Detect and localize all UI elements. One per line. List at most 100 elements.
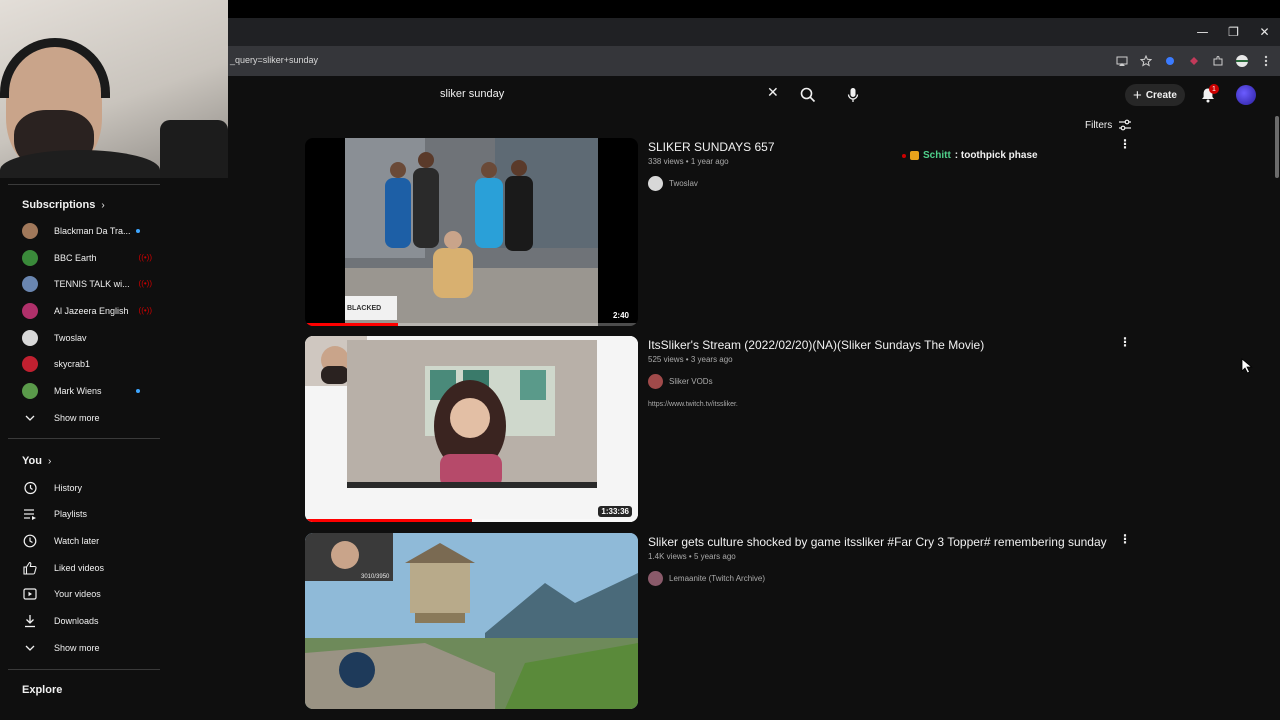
- minimize-button[interactable]: —: [1187, 18, 1218, 46]
- new-content-dot: [136, 229, 140, 233]
- profile-icon[interactable]: [1232, 51, 1252, 71]
- watch-progress-bar: [305, 323, 399, 326]
- channel-link[interactable]: Sliker VODs: [648, 374, 713, 389]
- close-window-button[interactable]: ✕: [1249, 18, 1280, 46]
- clear-search-icon[interactable]: ✕: [767, 85, 779, 101]
- search-button[interactable]: [794, 81, 822, 109]
- url-text[interactable]: _query=sliker+sunday: [230, 55, 318, 65]
- window-controls: — ❐ ✕: [1187, 18, 1280, 46]
- new-content-dot: [136, 389, 140, 393]
- view-count: 525 views: [648, 355, 684, 364]
- more-actions-icon[interactable]: ⋮: [1119, 336, 1131, 348]
- upload-age: 5 years ago: [693, 552, 736, 561]
- video-title[interactable]: Sliker gets culture shocked by game itss…: [648, 535, 1107, 549]
- like-icon: [22, 560, 38, 576]
- chat-message: : toothpick phase: [954, 150, 1038, 161]
- scrollbar-thumb[interactable]: [1275, 116, 1279, 178]
- you-heading[interactable]: You ›: [22, 455, 51, 467]
- video-thumbnail[interactable]: BLACKED 2:40: [305, 138, 638, 326]
- sidebar-item-skycrab1[interactable]: skycrab1: [22, 354, 152, 374]
- sidebar-item-blackman-da-traveller[interactable]: Blackman Da Tra...: [22, 221, 152, 241]
- puzzle-icon[interactable]: [1208, 51, 1228, 71]
- chat-badge-icon: [910, 151, 919, 160]
- video-title[interactable]: SLIKER SUNDAYS 657: [648, 140, 775, 154]
- video-description: https://www.twitch.tv/itssliker.: [648, 401, 738, 408]
- channel-avatar: [22, 383, 38, 399]
- extension-a-icon[interactable]: [1160, 51, 1180, 71]
- webcam-overlay: [0, 0, 228, 178]
- page-scrollbar[interactable]: [1272, 110, 1280, 720]
- channel-link[interactable]: Twoslav: [648, 176, 698, 191]
- cast-icon[interactable]: [1112, 51, 1132, 71]
- video-result[interactable]: 3010/3950 Sliker gets culture shocked by…: [305, 533, 1155, 709]
- sidebar-divider: [8, 669, 160, 670]
- channel-name: Sliker VODs: [669, 377, 713, 386]
- chat-dot-icon: [902, 153, 906, 158]
- live-icon: ((•)): [138, 279, 152, 288]
- more-actions-icon[interactable]: ⋮: [1119, 533, 1131, 545]
- filters-button[interactable]: Filters: [1085, 119, 1132, 131]
- sidebar-item-watch-later[interactable]: Watch later: [22, 531, 152, 551]
- star-icon[interactable]: [1136, 51, 1156, 71]
- headphones-icon: [0, 38, 110, 98]
- sidebar-item-playlists[interactable]: Playlists: [22, 504, 152, 524]
- address-bar[interactable]: _query=sliker+sunday: [228, 46, 1280, 76]
- chat-overlay: Schitt : toothpick phase: [902, 150, 1038, 161]
- sidebar-item-mark-wiens[interactable]: Mark Wiens: [22, 381, 152, 401]
- account-avatar[interactable]: [1236, 85, 1256, 105]
- video-thumbnail[interactable]: 3010/3950: [305, 533, 638, 709]
- sidebar-item-label: Watch later: [54, 536, 100, 546]
- live-icon: ((•)): [138, 306, 152, 315]
- show-more-subscriptions[interactable]: Show more: [22, 408, 152, 428]
- download-icon: [22, 613, 38, 629]
- sidebar-item-al-jazeera[interactable]: Al Jazeera English ((•)): [22, 301, 152, 321]
- sidebar-divider: [8, 438, 160, 439]
- notifications-button[interactable]: 1: [1194, 81, 1222, 109]
- watch-progress-bar: [305, 519, 472, 522]
- filters-label: Filters: [1085, 119, 1113, 131]
- channel-avatar: [648, 571, 663, 586]
- show-more-you[interactable]: Show more: [22, 638, 152, 658]
- thumbnail-image: [345, 138, 598, 326]
- subscriptions-heading-label: Subscriptions: [22, 199, 96, 211]
- sidebar-item-bbc-earth[interactable]: BBC Earth ((•)): [22, 248, 152, 268]
- sidebar: Subscriptions › Blackman Da Tra... BBC E…: [0, 178, 228, 720]
- channel-link[interactable]: Lemaanite (Twitch Archive): [648, 571, 765, 586]
- extension-b-icon[interactable]: [1184, 51, 1204, 71]
- subscriptions-heading[interactable]: Subscriptions ›: [22, 199, 105, 211]
- upload-age: 3 years ago: [690, 355, 733, 364]
- chat-username: Schitt: [923, 150, 951, 161]
- sidebar-item-your-videos[interactable]: Your videos: [22, 584, 152, 604]
- video-title[interactable]: ItsSliker's Stream (2022/02/20)(NA)(Slik…: [648, 338, 984, 352]
- search-input[interactable]: sliker sunday: [440, 88, 504, 100]
- plus-icon: +: [1133, 86, 1142, 104]
- video-result[interactable]: 1:33:36 ItsSliker's Stream (2022/02/20)(…: [305, 336, 1155, 522]
- video-result[interactable]: BLACKED 2:40 SLIKER SUNDAYS 657 338 view…: [305, 138, 1155, 326]
- explore-heading-label: Explore: [22, 684, 63, 696]
- webcam-chair: [160, 120, 228, 178]
- menu-icon[interactable]: [1256, 51, 1276, 71]
- watch-later-icon: [22, 533, 38, 549]
- meta-separator: •: [683, 355, 691, 364]
- voice-search-button[interactable]: [839, 81, 867, 109]
- sidebar-item-history[interactable]: History: [22, 478, 152, 498]
- restore-button[interactable]: ❐: [1218, 18, 1249, 46]
- mouse-cursor-icon: [1241, 358, 1253, 374]
- view-count: 338 views: [648, 157, 684, 166]
- create-button[interactable]: + Create: [1125, 84, 1185, 106]
- video-thumbnail[interactable]: 1:33:36: [305, 336, 638, 522]
- sidebar-item-twoslav[interactable]: Twoslav: [22, 328, 152, 348]
- more-actions-icon[interactable]: ⋮: [1119, 138, 1131, 150]
- show-more-label: Show more: [54, 413, 100, 423]
- sidebar-item-liked-videos[interactable]: Liked videos: [22, 558, 152, 578]
- sidebar-item-label: BBC Earth: [54, 253, 97, 263]
- channel-avatar: [22, 276, 38, 292]
- browser-titlebar: [228, 18, 1280, 46]
- explore-heading: Explore: [22, 684, 62, 696]
- chevron-down-icon: [22, 640, 38, 656]
- microphone-icon: [847, 88, 859, 102]
- sidebar-item-tennis-talk[interactable]: TENNIS TALK wi... ((•)): [22, 274, 152, 294]
- sidebar-item-label: Your videos: [54, 589, 101, 599]
- search-box[interactable]: sliker sunday ✕: [430, 81, 792, 109]
- sidebar-item-downloads[interactable]: Downloads: [22, 611, 152, 631]
